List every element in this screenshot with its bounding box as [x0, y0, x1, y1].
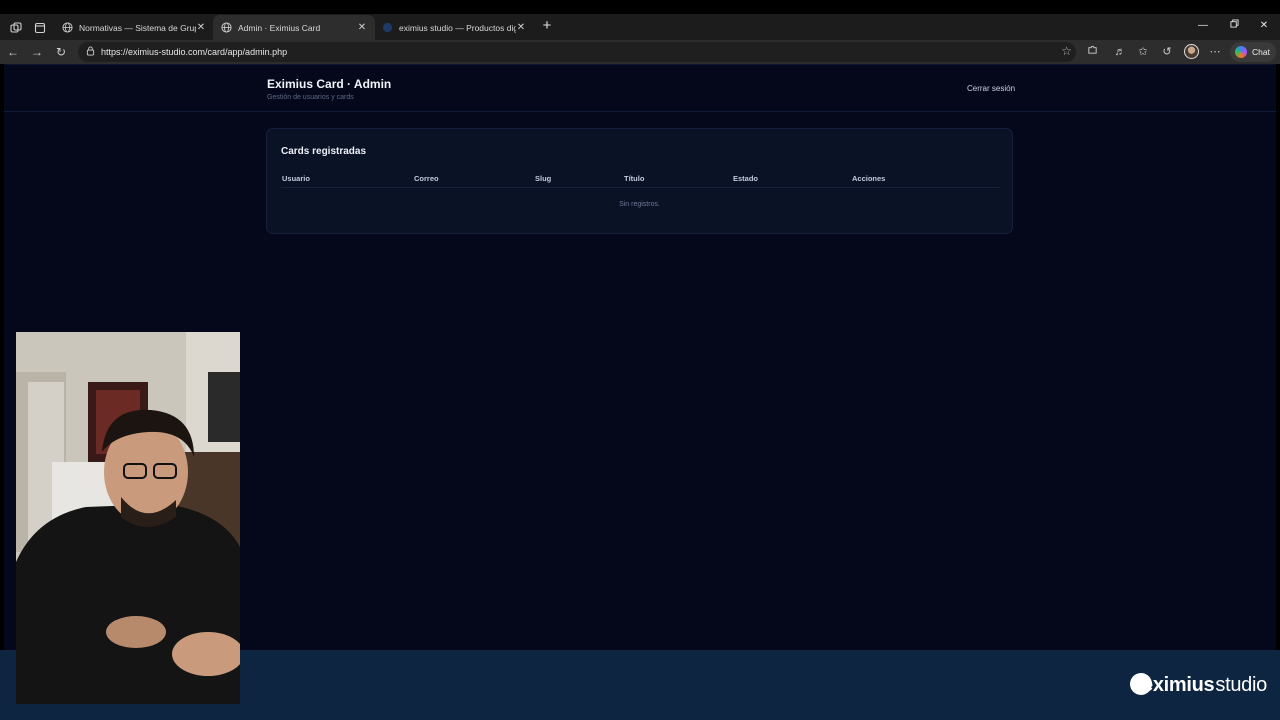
- close-window-icon[interactable]: ✕: [1256, 18, 1272, 34]
- tab-normativas[interactable]: Normativas — Sistema de Grupos ✕: [54, 15, 214, 40]
- lock-icon[interactable]: [86, 43, 95, 61]
- column-header-correo: Correo: [414, 174, 439, 183]
- restore-icon[interactable]: [1226, 18, 1242, 34]
- browser-tab-bar: Normativas — Sistema de Grupos ✕ Admin ·…: [0, 0, 1280, 40]
- close-tab-icon[interactable]: ✕: [357, 22, 367, 33]
- globe-icon: [62, 22, 73, 33]
- eximius-studio-logo: eximius studio: [1130, 672, 1267, 697]
- column-header-titulo: Título: [624, 174, 645, 183]
- profile-avatar[interactable]: [1184, 44, 1199, 59]
- copilot-chat-button[interactable]: Chat: [1230, 42, 1276, 62]
- back-arrow-icon[interactable]: ←: [4, 43, 22, 61]
- webcam-video-image: [16, 332, 240, 704]
- cards-panel: Cards registradas Usuario Correo Slug Tí…: [266, 128, 1013, 234]
- favorite-star-icon[interactable]: ☆: [1061, 44, 1072, 58]
- page-title: Eximius Card · Admin: [267, 77, 392, 91]
- chat-label: Chat: [1252, 47, 1270, 57]
- new-tab-button[interactable]: +: [539, 18, 555, 34]
- more-options-icon[interactable]: ⋯: [1207, 44, 1223, 60]
- tab-title: eximius studio — Productos digit: [399, 22, 516, 33]
- favorites-icon[interactable]: ✩: [1135, 44, 1151, 60]
- url-text: https://eximius-studio.com/card/app/admi…: [101, 47, 288, 57]
- column-header-acciones: Acciones: [852, 174, 886, 183]
- copilot-icon: [1235, 46, 1247, 58]
- brand-name-light: studio: [1215, 674, 1267, 696]
- browser-toolbar: ← → ↻ https://eximius-studio.com/card/ap…: [0, 40, 1280, 64]
- app-header: Eximius Card · Admin Gestión de usuarios…: [4, 65, 1276, 112]
- minimize-icon[interactable]: —: [1195, 18, 1211, 34]
- tab-title: Normativas — Sistema de Grupos: [79, 22, 196, 33]
- read-aloud-icon[interactable]: ♬: [1112, 44, 1128, 60]
- reload-icon[interactable]: ↻: [52, 43, 70, 61]
- cards-panel-title: Cards registradas: [281, 146, 367, 157]
- empty-table-message: Sin registros.: [619, 201, 660, 208]
- column-header-slug: Slug: [535, 174, 552, 183]
- globe-icon: [221, 22, 232, 33]
- webcam-overlay: [16, 332, 240, 704]
- extensions-icon[interactable]: [1084, 44, 1100, 60]
- address-bar[interactable]: https://eximius-studio.com/card/app/admi…: [78, 42, 1076, 62]
- history-icon[interactable]: ↺: [1159, 44, 1175, 60]
- logo-mark-icon: [1130, 672, 1152, 695]
- logout-link[interactable]: Cerrar sesión: [967, 84, 1015, 93]
- page-subtitle: Gestión de usuarios y cards: [267, 94, 354, 101]
- table-header-divider: [281, 187, 1000, 188]
- tab-actions-icon[interactable]: [31, 19, 49, 37]
- workspaces-icon[interactable]: [7, 19, 25, 37]
- forward-arrow-icon[interactable]: →: [28, 43, 46, 61]
- close-tab-icon[interactable]: ✕: [516, 22, 526, 33]
- tab-admin-eximius-card[interactable]: Admin · Eximius Card ✕: [213, 15, 375, 40]
- column-header-estado: Estado: [733, 174, 759, 183]
- close-tab-icon[interactable]: ✕: [196, 22, 206, 33]
- tab-eximius-studio[interactable]: eximius studio — Productos digit ✕: [374, 15, 534, 40]
- tab-title: Admin · Eximius Card: [238, 22, 321, 33]
- site-favicon-icon: [382, 22, 393, 33]
- column-header-usuario: Usuario: [282, 174, 310, 183]
- brand-name-bold: eximius: [1142, 674, 1215, 696]
